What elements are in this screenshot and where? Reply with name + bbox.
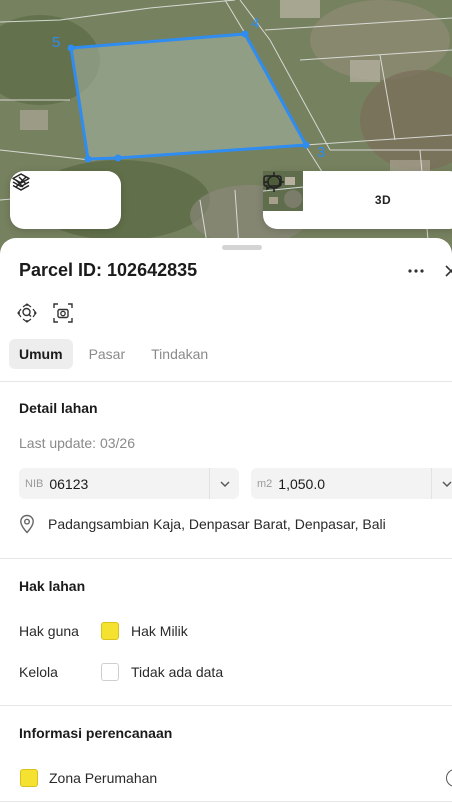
nib-value: 06123 xyxy=(49,475,89,492)
vertex-label-3: 3 xyxy=(317,144,325,161)
3d-label: 3D xyxy=(374,193,392,207)
last-update-text: Last update: 03/26 xyxy=(19,435,135,451)
nib-dropdown[interactable] xyxy=(209,468,239,499)
address-row: Padangsambian Kaja, Denpasar Barat, Denp… xyxy=(19,514,386,534)
nib-field[interactable]: NIB 06123 xyxy=(19,468,239,499)
tab-pasar[interactable]: Pasar xyxy=(79,339,136,369)
close-icon xyxy=(445,265,452,277)
location-pin-icon xyxy=(20,514,34,534)
map-view[interactable]: 5 4 3 3D xyxy=(0,0,452,262)
more-options-button[interactable] xyxy=(404,260,428,282)
hak-guna-color-swatch xyxy=(101,622,119,640)
vertex-label-5: 5 xyxy=(52,34,60,51)
3d-toggle-button[interactable]: 3D xyxy=(363,180,403,220)
area-prefix: m2 xyxy=(257,477,273,490)
area-dropdown[interactable] xyxy=(431,468,452,499)
locate-button[interactable] xyxy=(264,172,363,220)
planning-heading: Informasi perencanaan xyxy=(19,725,173,741)
zoom-to-parcel-button[interactable] xyxy=(16,302,38,324)
parcel-title: Parcel ID: 102642835 xyxy=(19,260,198,280)
vertex-label-4: 4 xyxy=(251,15,259,32)
hak-guna-label: Hak guna xyxy=(19,623,79,639)
screenshot-button[interactable] xyxy=(52,302,74,324)
measure-button[interactable] xyxy=(15,176,108,220)
divider xyxy=(0,705,452,706)
close-button[interactable] xyxy=(444,260,452,282)
chat-button[interactable] xyxy=(263,175,443,220)
map-tools-right: 3D xyxy=(263,171,452,229)
detail-heading: Detail lahan xyxy=(19,400,98,416)
chevron-down-icon xyxy=(442,481,451,487)
rights-heading: Hak lahan xyxy=(19,578,86,594)
sheet-drag-handle[interactable] xyxy=(222,245,262,250)
zone-info-icon[interactable] xyxy=(446,769,452,787)
measure-icon xyxy=(15,176,27,188)
address-text: Padangsambian Kaja, Denpasar Barat, Denp… xyxy=(48,516,386,532)
focus-search-icon xyxy=(17,303,37,323)
kelola-value: Tidak ada data xyxy=(131,664,224,680)
chevron-down-icon xyxy=(220,481,229,487)
tab-umum[interactable]: Umum xyxy=(9,339,73,369)
kelola-color-swatch xyxy=(101,663,119,681)
camera-frame-icon xyxy=(53,303,73,323)
tab-tindakan[interactable]: Tindakan xyxy=(141,339,218,369)
divider xyxy=(0,801,452,802)
zone-label: Zona Perumahan xyxy=(49,770,158,786)
parcel-detail-sheet: Parcel ID: 102642835 Umum Pasar Tindakan… xyxy=(0,238,452,804)
divider xyxy=(0,381,452,382)
zone-color-swatch xyxy=(20,769,38,787)
parcel-tabs: Umum Pasar Tindakan xyxy=(9,339,218,369)
map-tools-left xyxy=(10,171,121,229)
divider xyxy=(0,558,452,559)
area-field[interactable]: m2 1,050.0 xyxy=(251,468,452,499)
more-horizontal-icon xyxy=(408,269,424,273)
parcel-tools xyxy=(16,302,74,324)
chat-icon xyxy=(263,175,282,191)
kelola-label: Kelola xyxy=(19,664,58,680)
nib-prefix: NIB xyxy=(25,477,44,490)
area-value: 1,050.0 xyxy=(278,475,325,492)
hak-guna-value: Hak Milik xyxy=(131,623,188,639)
